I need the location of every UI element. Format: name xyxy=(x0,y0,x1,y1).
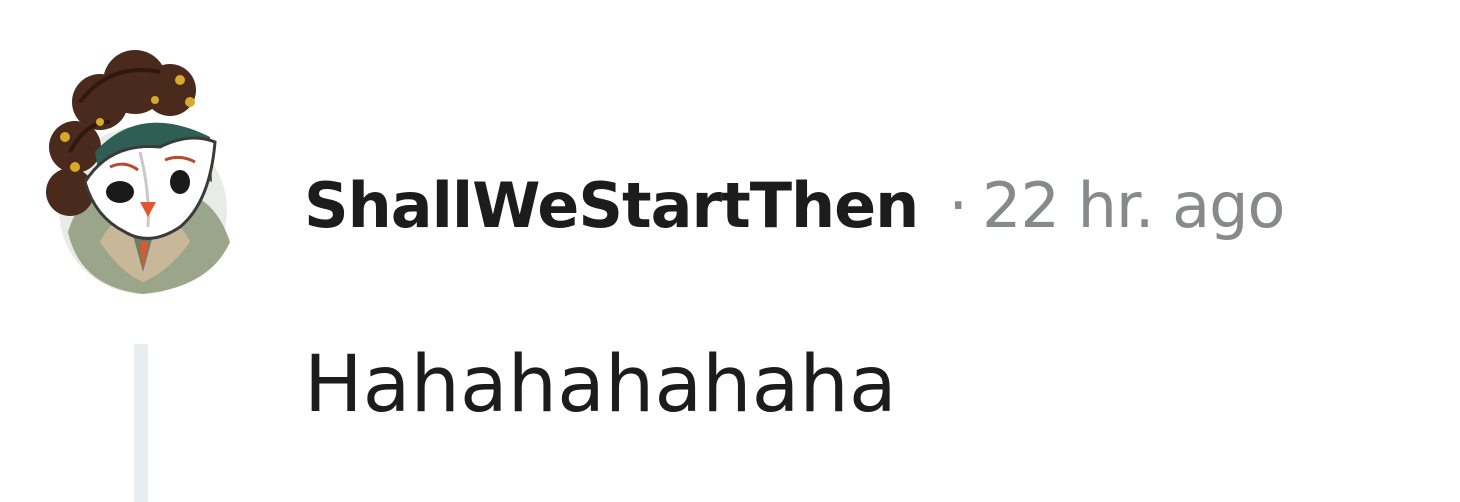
comment: ShallWeStartThen · 22 hr. ago Hahahahaha… xyxy=(0,0,1460,502)
thread-collapse-line[interactable] xyxy=(134,344,148,502)
comment-meta: ShallWeStartThen · 22 hr. ago xyxy=(304,160,1285,250)
comment-body: Hahahahahaha xyxy=(304,340,897,430)
owl-mask-avatar-icon xyxy=(46,50,230,294)
meta-separator: · xyxy=(948,168,969,242)
author-name-link[interactable]: ShallWeStartThen xyxy=(304,169,919,242)
comment-timestamp[interactable]: 22 hr. ago xyxy=(982,169,1285,242)
user-avatar[interactable] xyxy=(40,42,246,294)
